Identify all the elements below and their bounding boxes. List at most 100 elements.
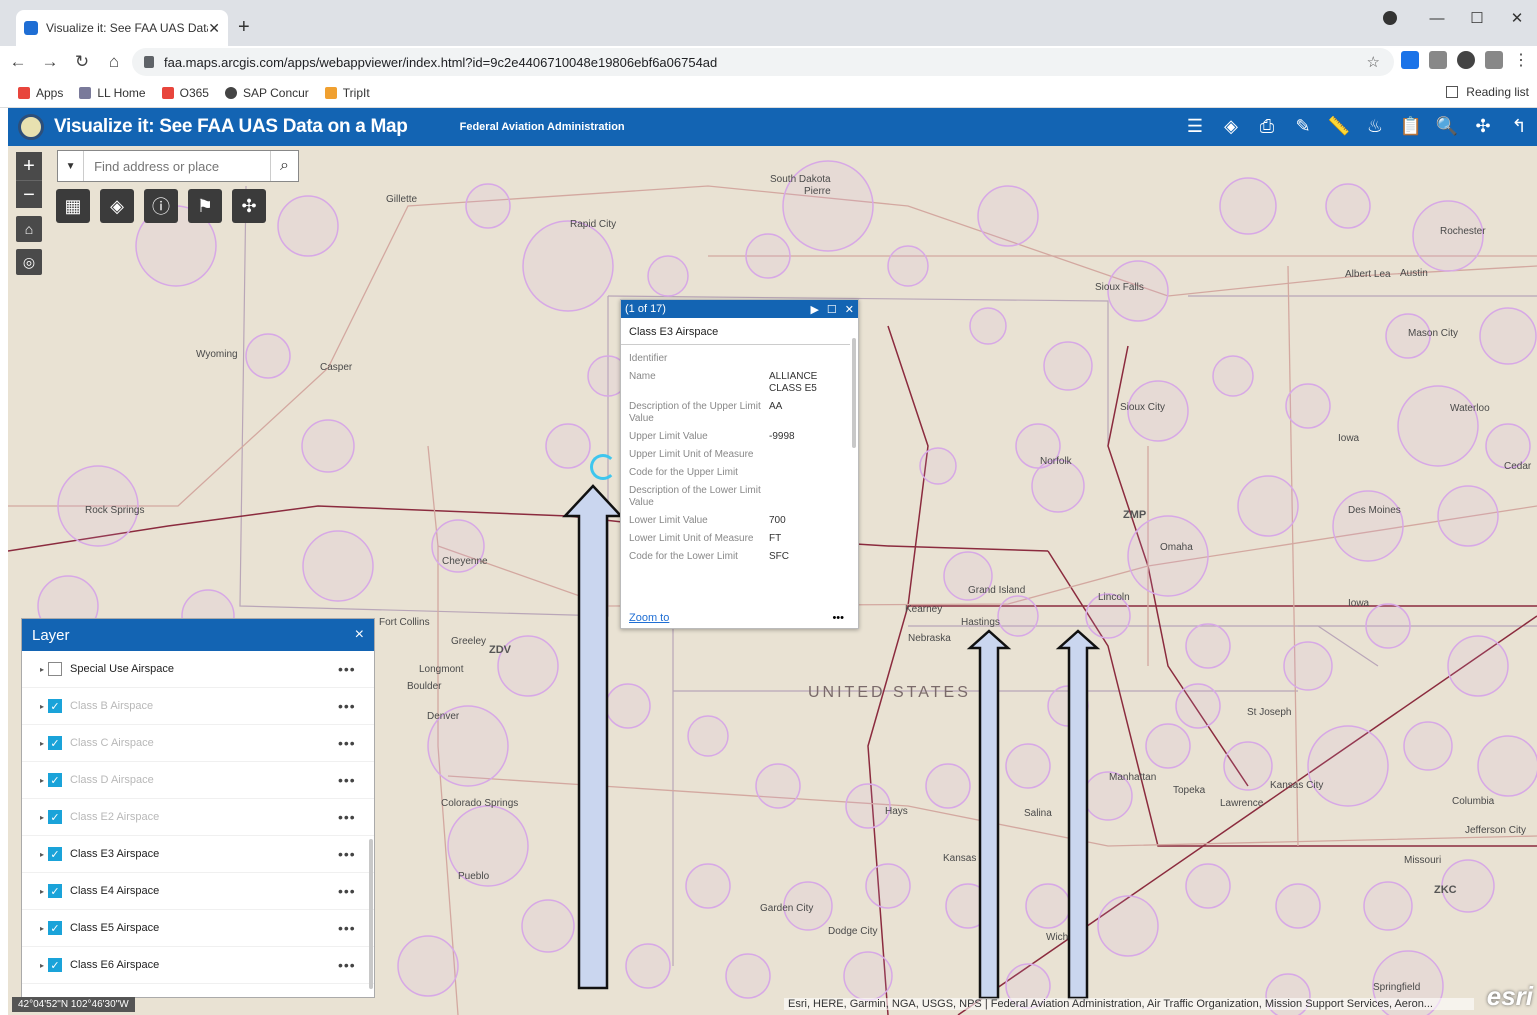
bookmark-ll-home[interactable]: LL Home [79,86,146,100]
tab-close-icon[interactable]: ✕ [208,20,220,37]
popup-fields-table: Identifier Name ALLIANCE CLASS E5 Descripti… [629,351,849,567]
about-button[interactable]: ⓘ [144,189,178,223]
map-label: Nebraska [908,633,951,644]
layer-options-button[interactable]: ••• [338,809,374,825]
layer-visibility-checkbox[interactable]: ✓ [48,810,62,824]
drone-icon[interactable]: ✣ [1471,114,1495,138]
close-window-button[interactable]: ✕ [1497,9,1537,27]
popup-field-value [769,447,849,465]
map-label: Cedar [1504,461,1532,472]
layer-panel-close-button[interactable]: × [355,626,364,644]
close-popup-icon[interactable]: ✕ [845,303,854,316]
layer-visibility-checkbox[interactable]: ✓ [48,699,62,713]
layer-panel-scrollbar[interactable] [369,839,373,989]
measure-icon[interactable]: 📏 [1327,114,1351,138]
popup-scrollbar[interactable] [852,338,856,448]
menu-icon[interactable]: ⋮ [1513,50,1529,70]
search-input[interactable] [84,151,271,181]
map-label: Sioux Falls [1095,282,1144,293]
extension-icon[interactable] [1401,51,1419,69]
layer-visibility-checkbox[interactable]: ✓ [48,958,62,972]
reading-list-icon [1446,86,1459,98]
layer-row[interactable]: ▸ ✓ Class D Airspace ••• [22,762,374,799]
layers-icon[interactable]: ◈ [1219,114,1243,138]
reload-icon[interactable]: ↻ [68,52,96,72]
expand-arrow-icon[interactable]: ▸ [40,665,48,674]
puzzle-icon[interactable] [1457,51,1475,69]
legend-icon[interactable]: ☰ [1183,114,1207,138]
draw-icon[interactable]: ✎ [1291,114,1315,138]
layer-row[interactable]: ▸ ✓ Class E2 Airspace ••• [22,799,374,836]
bookmark-sap-concur[interactable]: SAP Concur [224,86,309,100]
expand-arrow-icon[interactable]: ▸ [40,961,48,970]
expand-arrow-icon[interactable]: ▸ [40,776,48,785]
expand-arrow-icon[interactable]: ▸ [40,813,48,822]
print-icon[interactable]: ⎙ [1255,114,1279,138]
page-icon [79,86,92,99]
layer-options-button[interactable]: ••• [338,772,374,788]
map-label: ZKC [1434,884,1457,896]
layer-panel-title: Layer [32,626,70,644]
layer-visibility-checkbox[interactable]: ✓ [48,736,62,750]
layer-visibility-checkbox[interactable]: ✓ [48,921,62,935]
drone-widget-button[interactable]: ✣ [232,189,266,223]
my-location-button[interactable]: ◎ [16,249,42,275]
expand-arrow-icon[interactable]: ▸ [40,850,48,859]
browser-tab[interactable]: Visualize it: See FAA UAS Data on a Map … [16,10,228,46]
maximize-button[interactable]: ☐ [1457,9,1497,27]
popup-field-key: Description of the Lower Limit Value [629,485,761,508]
bookmark-widget-button[interactable]: ⚑ [188,189,222,223]
forward-icon[interactable]: → [36,52,64,72]
layer-visibility-checkbox[interactable] [48,662,62,676]
reading-list-button[interactable]: Reading list [1446,85,1529,99]
layer-row[interactable]: ▸ ✓ Class C Airspace ••• [22,725,374,762]
expand-arrow-icon[interactable]: ▸ [40,739,48,748]
bookmark-apps[interactable]: Apps [18,86,63,100]
analysis-icon[interactable]: ♨ [1363,114,1387,138]
profile-icon[interactable] [1383,11,1397,25]
layer-options-button[interactable]: ••• [338,735,374,751]
layer-row[interactable]: ▸ ✓ Class B Airspace ••• [22,688,374,725]
query-icon[interactable]: 🔍 [1435,114,1459,138]
bookmark-o365[interactable]: O365 [161,86,209,100]
more-tools-icon[interactable]: ↰ [1507,114,1531,138]
expand-arrow-icon[interactable]: ▸ [40,887,48,896]
layer-list-button[interactable]: ◈ [100,189,134,223]
layer-options-button[interactable]: ••• [338,698,374,714]
next-feature-icon[interactable]: ▶ [810,303,818,316]
minimize-button[interactable]: — [1417,10,1457,27]
layer-visibility-checkbox[interactable]: ✓ [48,884,62,898]
search-button[interactable]: ⌕ [270,151,298,181]
layer-options-button[interactable]: ••• [338,661,374,677]
layer-row[interactable]: ▸ ✓ Class E6 Airspace ••• [22,947,374,984]
back-icon[interactable]: ← [4,52,32,72]
map-view[interactable]: South Dakota Pierre Gillette Rapid City Roch… [8,146,1537,1015]
zoom-in-button[interactable]: + [16,152,42,180]
zoom-to-link[interactable]: Zoom to [629,612,669,624]
popup-field-row: Code for the Upper Limit [629,465,849,483]
layer-row[interactable]: ▸ ✓ Class E5 Airspace ••• [22,910,374,947]
layer-row[interactable]: ▸ ✓ Class E4 Airspace ••• [22,873,374,910]
new-tab-button[interactable]: + [238,16,250,39]
extension-icon[interactable] [1429,51,1447,69]
maximize-popup-icon[interactable]: ☐ [827,303,837,316]
layer-visibility-checkbox[interactable]: ✓ [48,847,62,861]
popup-title: Class E3 Airspace [621,318,850,345]
home-button[interactable]: ⌂ [16,216,42,242]
layer-row[interactable]: ▸ ✓ Class E3 Airspace ••• [22,836,374,873]
home-icon[interactable]: ⌂ [100,52,128,72]
expand-arrow-icon[interactable]: ▸ [40,924,48,933]
url-field[interactable]: faa.maps.arcgis.com/apps/webappviewer/in… [132,48,1394,76]
search-source-dropdown[interactable]: ▼ [58,151,85,181]
more-actions-button[interactable]: ••• [832,612,844,624]
clipboard-icon[interactable]: 📋 [1399,114,1423,138]
expand-arrow-icon[interactable]: ▸ [40,702,48,711]
widget-bar: ▦ ◈ ⓘ ⚑ ✣ [56,189,266,223]
account-icon[interactable] [1485,51,1503,69]
zoom-out-button[interactable]: − [16,180,42,208]
layer-visibility-checkbox[interactable]: ✓ [48,773,62,787]
bookmark-tripit[interactable]: TripIt [324,86,370,100]
bookmark-star-icon[interactable]: ☆ [1367,53,1380,71]
basemap-gallery-button[interactable]: ▦ [56,189,90,223]
layer-row[interactable]: ▸ Special Use Airspace ••• [22,651,374,688]
